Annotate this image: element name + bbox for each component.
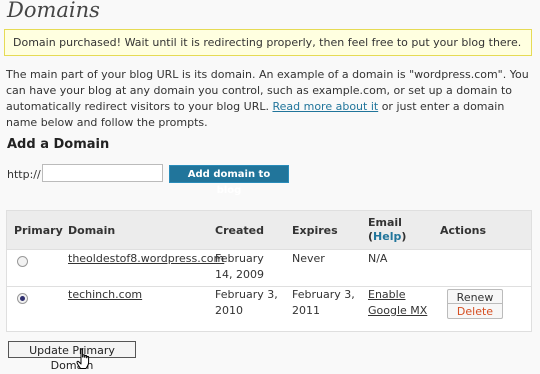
created-date: February 3, 2010: [215, 288, 278, 317]
created-date: February 14, 2009: [215, 252, 264, 281]
table-header: Primary Domain Created Expires Email (He…: [7, 211, 531, 250]
page-title: Domains: [7, 0, 100, 22]
table-row: theoldestof8.wordpress.com February 14, …: [7, 249, 531, 287]
renew-button[interactable]: Renew: [447, 289, 503, 304]
header-domain: Domain: [68, 224, 116, 237]
domain-link[interactable]: techinch.com: [68, 287, 142, 303]
expires-date: Never: [292, 252, 325, 265]
purchase-notice: Domain purchased! Wait until it is redir…: [4, 29, 532, 56]
domain-input[interactable]: [42, 164, 163, 182]
header-primary: Primary: [14, 224, 63, 237]
table-row: techinch.com February 3, 2010 February 3…: [7, 287, 531, 331]
hand-pointer-cursor-icon: [76, 348, 90, 369]
header-help-group: (Help): [368, 230, 406, 243]
header-created: Created: [215, 224, 264, 237]
expires-date: February 3, 2011: [292, 288, 355, 317]
read-more-link[interactable]: Read more about it: [272, 100, 378, 113]
header-email: Email: [368, 216, 402, 229]
primary-radio[interactable]: [17, 293, 28, 304]
header-expires: Expires: [292, 224, 338, 237]
http-prefix-label: http://: [7, 168, 41, 181]
intro-paragraph: The main part of your blog URL is its do…: [6, 67, 532, 131]
enable-google-mx-link[interactable]: Enable Google MX: [368, 287, 428, 319]
delete-button[interactable]: Delete: [447, 304, 503, 319]
add-domain-button[interactable]: Add domain to blog: [169, 165, 289, 196]
domains-table: Primary Domain Created Expires Email (He…: [6, 210, 532, 332]
domain-link[interactable]: theoldestof8.wordpress.com: [68, 251, 224, 267]
header-actions: Actions: [440, 224, 486, 237]
add-domain-heading: Add a Domain: [7, 137, 110, 152]
update-primary-domain-button[interactable]: Update Primary Domain: [8, 341, 136, 372]
help-close-paren: ): [401, 230, 407, 243]
email-help-link[interactable]: Help: [373, 230, 401, 243]
primary-radio[interactable]: [17, 256, 28, 267]
email-status: N/A: [368, 252, 388, 265]
